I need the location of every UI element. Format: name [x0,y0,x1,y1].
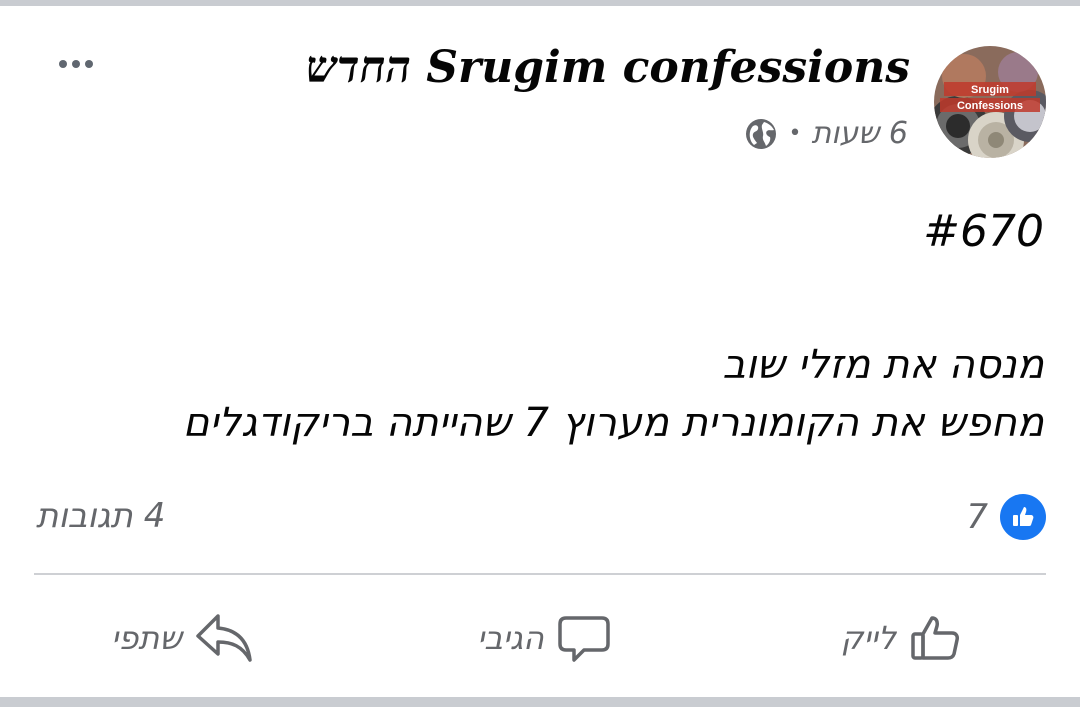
thumbs-up-icon [908,610,964,666]
like-reaction-icon [1000,494,1046,540]
like-label: לייק [840,619,896,657]
page-name[interactable]: Srugim confessions החדש [306,42,910,93]
post-card: Srugim Confessions Srugim confessions הח… [0,6,1080,697]
post-text-line: מנסה את מזלי שוב [722,342,1044,388]
globe-icon[interactable] [744,117,778,151]
reactions-summary[interactable]: 7 [966,494,1046,540]
post-meta: 6 שעות • [744,116,908,151]
post-number: #670 [923,206,1044,257]
bottom-separator-bar [0,697,1080,707]
share-label: שתפי [111,619,182,657]
post-timestamp[interactable]: 6 שעות [811,116,908,151]
avatar-image: Srugim Confessions [934,46,1046,158]
more-icon-dot [59,60,67,68]
share-button[interactable]: שתפי [111,606,254,670]
more-icon-dot [72,60,80,68]
comment-bubble-icon [556,610,612,666]
post-body: מנסה את מזלי שוב מחפש את הקומונרית מערוץ… [183,336,1044,452]
like-button[interactable]: לייק [841,606,964,670]
svg-text:Confessions: Confessions [957,100,1023,112]
divider [34,573,1046,575]
comment-button[interactable]: הגיבי [477,606,612,670]
post-text-line: מחפש את הקומונרית מערוץ 7 שהייתה בריקודג… [182,400,1044,446]
comment-label: הגיבי [477,619,544,657]
svg-text:Srugim: Srugim [971,84,1009,96]
comment-count-link[interactable]: 4 תגובות [36,496,165,536]
page-avatar[interactable]: Srugim Confessions [934,46,1046,158]
share-arrow-icon [194,610,254,666]
more-options-button[interactable] [46,46,106,82]
reaction-count: 7 [966,497,988,537]
meta-separator: • [788,121,802,146]
more-icon-dot [85,60,93,68]
